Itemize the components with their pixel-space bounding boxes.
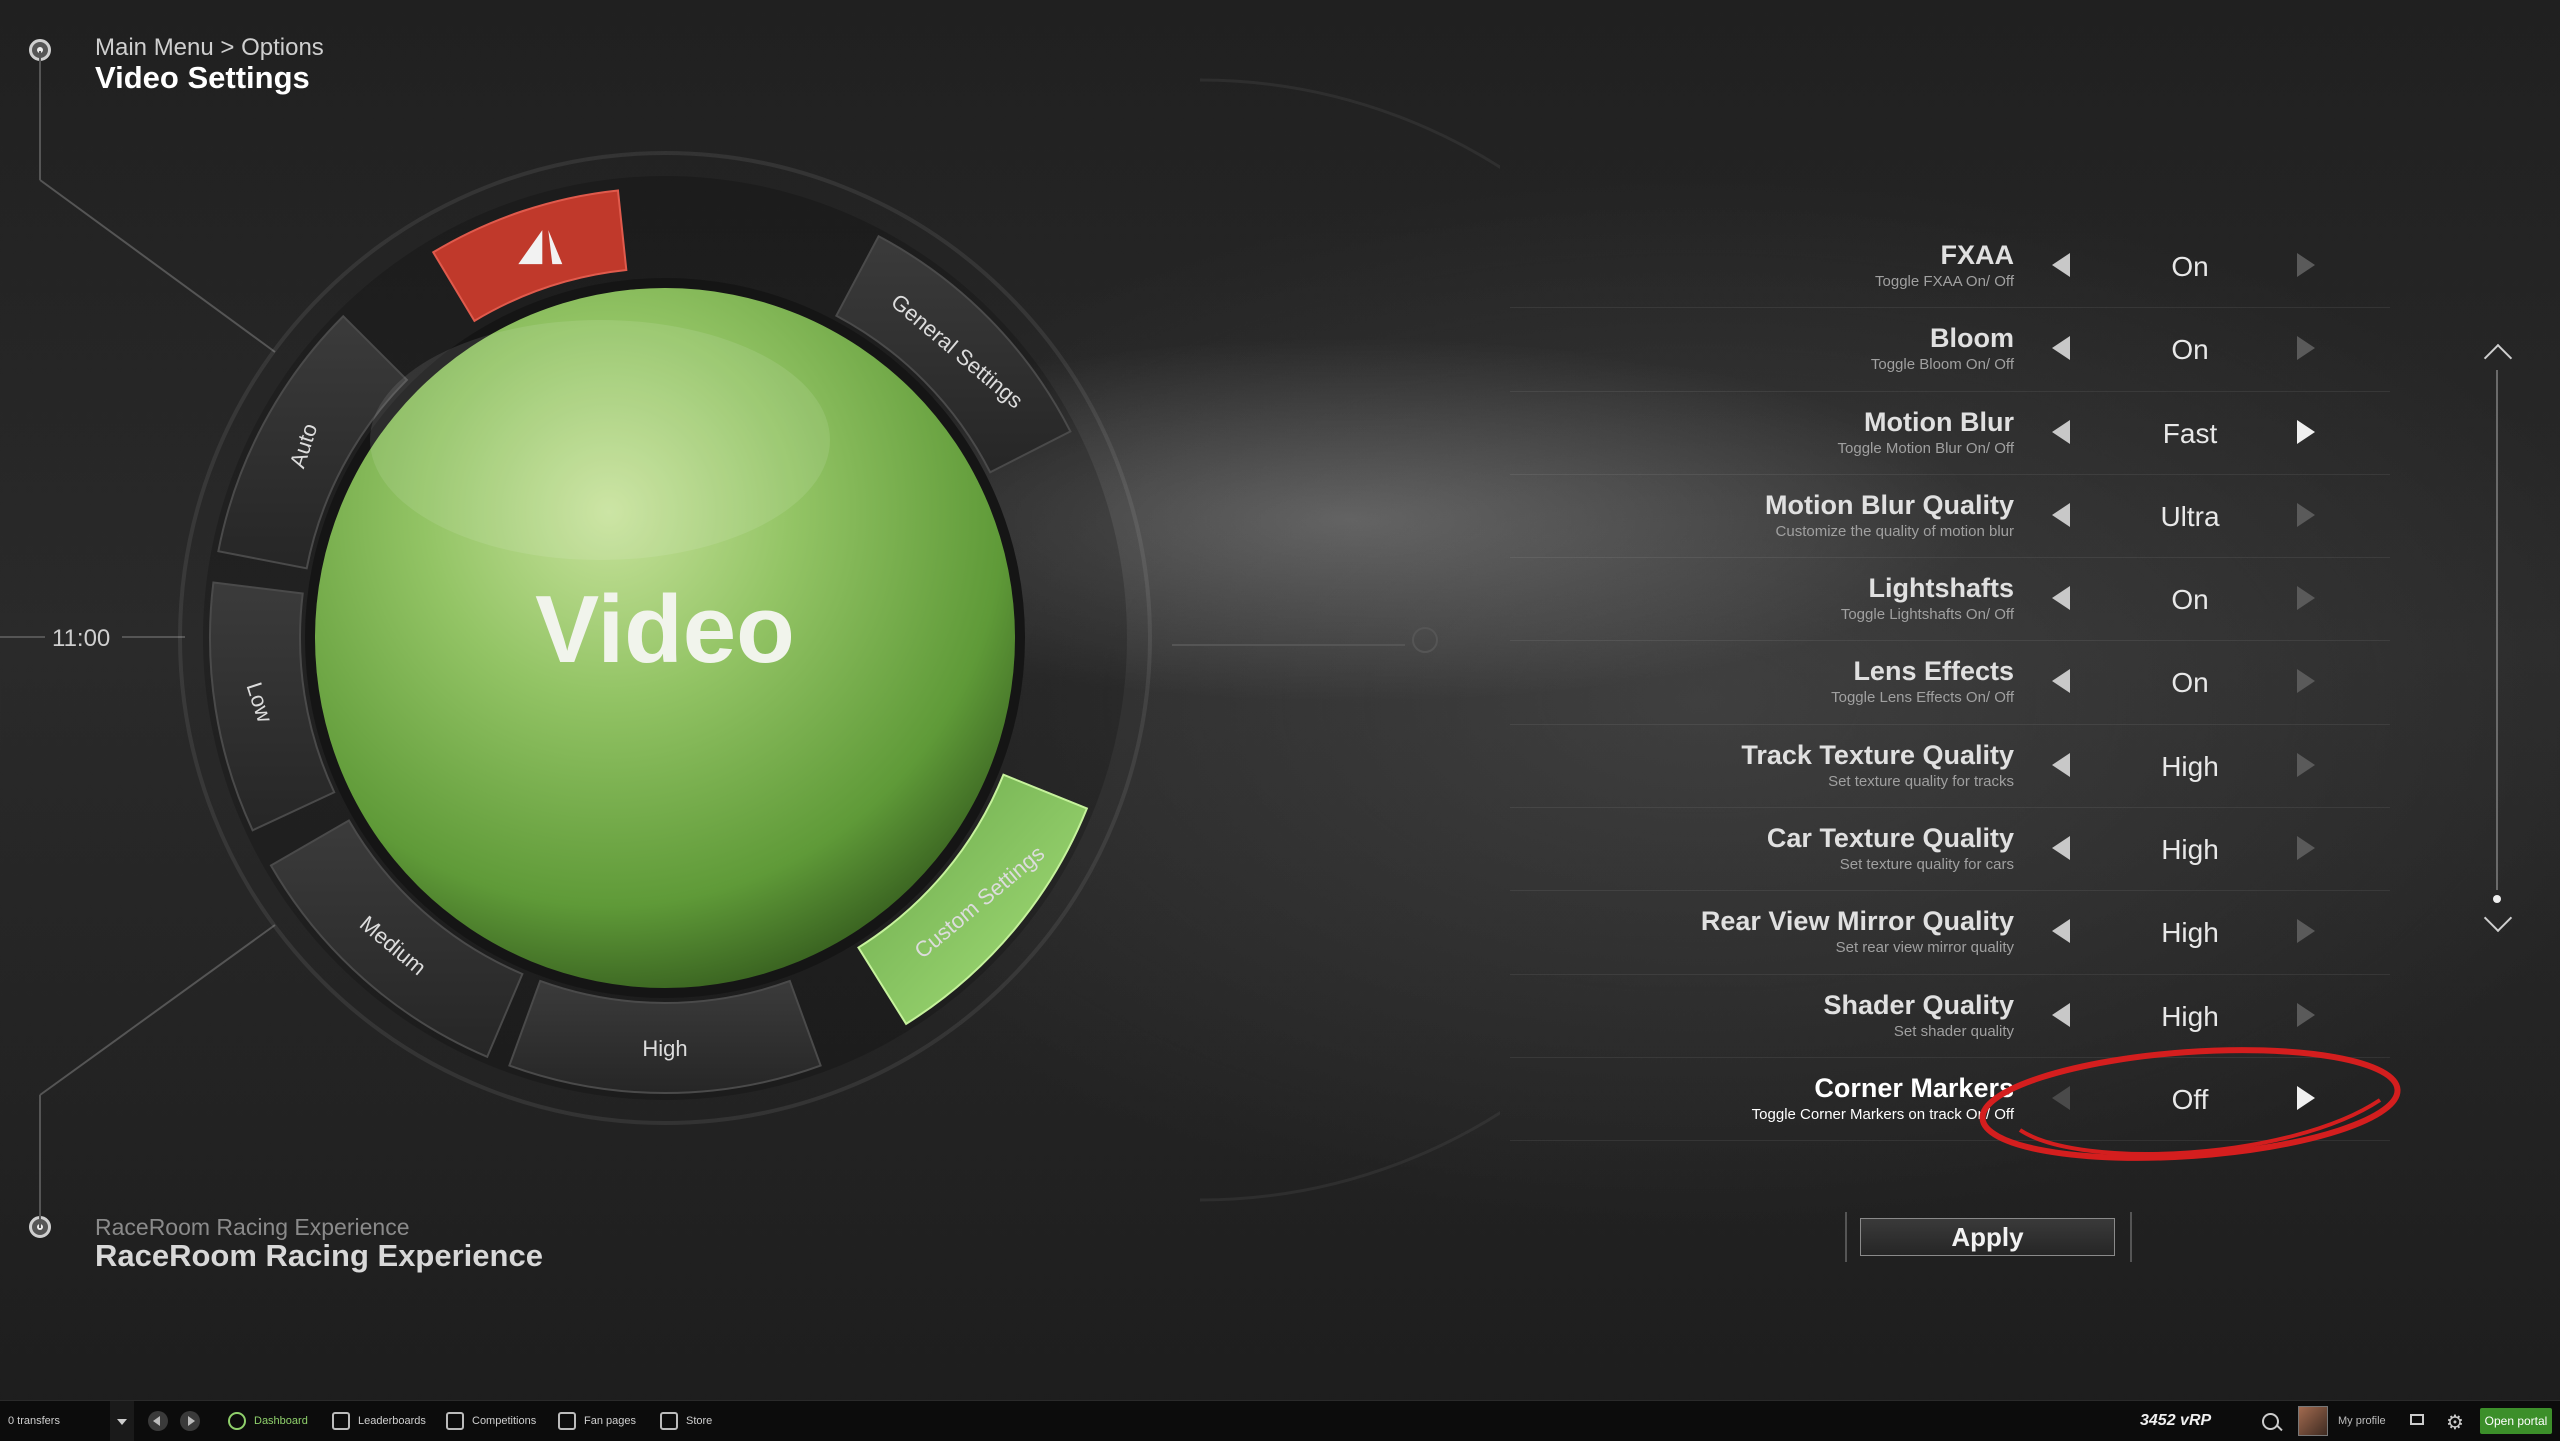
setting-value: High [2161,1000,2219,1032]
avatar[interactable] [2298,1406,2328,1436]
setting-row[interactable]: Rear View Mirror Quality Set rear view mi… [1510,891,2390,975]
forward-button[interactable] [180,1411,200,1431]
setting-value: High [2161,750,2219,782]
setting-row[interactable]: Track Texture Quality Set texture quality… [1510,725,2390,809]
my-profile-link[interactable]: My profile [2338,1401,2386,1441]
apply-divider [2130,1212,2132,1262]
setting-description: Customize the quality of motion blur [1775,522,2014,540]
apply-divider [1845,1212,1847,1262]
tab-leaderboards[interactable]: Leaderboards [332,1401,426,1441]
decrease-arrow-icon[interactable] [2052,919,2070,944]
increase-arrow-icon[interactable] [2297,752,2315,777]
tab-store[interactable]: Store [660,1401,712,1441]
trophy-icon [446,1412,464,1430]
decrease-arrow-icon[interactable] [2052,336,2070,361]
list-icon [332,1412,350,1430]
setting-description: Toggle Lightshafts On/ Off [1840,606,2014,624]
annotation-circle [1979,1047,2401,1161]
increase-arrow-icon[interactable] [2297,919,2315,944]
setting-row[interactable]: Motion Blur Quality Customize the quality… [1510,475,2390,559]
transfers-dropdown-icon[interactable] [110,1401,134,1441]
segment-high-label: High [642,1036,687,1061]
setting-name: Shader Quality [1823,989,2014,1020]
setting-name: FXAA [1940,240,2015,270]
setting-name: Motion Blur [1864,406,2014,437]
settings-list: FXAA Toggle FXAA On/ Off On Bloom Toggle Blo… [1510,225,2390,1142]
setting-description: Toggle Lens Effects On/ Off [1831,689,2014,707]
gear-icon[interactable]: ⚙ [2446,1410,2464,1435]
setting-value: High [2161,834,2219,866]
setting-value: High [2161,917,2219,949]
decrease-arrow-icon[interactable] [2052,253,2070,277]
setting-value: Fast [2162,417,2218,449]
tab-competitions-label: Competitions [472,1415,537,1427]
vrp-balance[interactable]: 3452 vRP [2140,1401,2211,1441]
increase-arrow-icon[interactable] [2297,836,2315,861]
star-icon [558,1412,576,1430]
setting-name: Motion Blur Quality [1765,489,2014,520]
setting-row[interactable]: Motion Blur Toggle Motion Blur On/ Off Fas… [1510,392,2390,475]
setting-description: Toggle Motion Blur On/ Off [1837,439,2014,457]
setting-name: Rear View Mirror Quality [1700,906,2014,937]
tab-dashboard[interactable]: Dashboard [228,1401,308,1441]
back-button[interactable] [148,1411,168,1431]
increase-arrow-icon[interactable] [2297,1002,2315,1027]
transfers-status[interactable]: 0 transfers [8,1401,108,1441]
setting-row[interactable]: Lens Effects Toggle Lens Effects On/ Off O… [1510,641,2390,725]
decrease-arrow-icon[interactable] [2052,752,2070,777]
increase-arrow-icon[interactable] [2297,669,2315,694]
setting-value: Ultra [2160,500,2220,532]
scroll-up-icon[interactable] [2483,343,2513,373]
cart-icon [660,1412,678,1430]
setting-row[interactable]: FXAA Toggle FXAA On/ Off On [1510,225,2390,309]
decrease-arrow-icon[interactable] [2052,502,2070,527]
decrease-arrow-icon[interactable] [2052,669,2070,694]
scrollbar-thumb[interactable] [2493,895,2501,903]
setting-value: On [2171,667,2209,699]
monitor-icon[interactable] [2410,1414,2424,1425]
setting-row[interactable]: Lightshafts Toggle Lightshafts On/ Off On [1510,558,2390,642]
setting-description: Toggle Bloom On/ Off [1870,356,2014,374]
apply-button[interactable]: Apply [1860,1218,2115,1256]
video-dial: General SettingsCustom SettingsHighMediu… [178,151,1152,1125]
setting-value: On [2171,251,2209,282]
increase-arrow-icon[interactable] [2297,253,2315,277]
tab-leaderboards-label: Leaderboards [358,1415,426,1427]
increase-arrow-icon[interactable] [2297,502,2315,527]
increase-arrow-icon[interactable] [2297,336,2315,361]
decrease-arrow-icon[interactable] [2052,1002,2070,1027]
tab-competitions[interactable]: Competitions [446,1401,536,1441]
setting-value: On [2171,334,2209,366]
setting-name: Car Texture Quality [1766,823,2014,854]
setting-name: Track Texture Quality [1741,739,2014,770]
setting-description: Toggle FXAA On/ Off [1875,273,2014,290]
decrease-arrow-icon[interactable] [2052,419,2070,444]
scroll-down-icon[interactable] [2483,903,2513,933]
tab-fan-pages[interactable]: Fan pages [558,1401,636,1441]
setting-name: Lens Effects [1853,656,2014,687]
setting-value: On [2171,584,2209,616]
setting-name: Lightshafts [1868,573,2015,604]
setting-row[interactable]: Bloom Toggle Bloom On/ Off On [1510,308,2390,392]
increase-arrow-icon[interactable] [2297,419,2315,444]
open-portal-button[interactable]: Open portal [2480,1408,2552,1434]
search-icon[interactable] [2262,1413,2279,1430]
tab-dashboard-label: Dashboard [254,1415,308,1427]
tab-store-label: Store [686,1415,713,1427]
setting-description: Set rear view mirror quality [1835,939,2014,957]
scrollbar-track[interactable] [2496,370,2498,890]
setting-description: Set texture quality for tracks [1828,772,2014,790]
taskbar: 0 transfers Dashboard Leaderboards Compe… [0,1400,2560,1441]
dial-center-label: Video [535,576,795,683]
setting-description: Set texture quality for cars [1839,856,2014,874]
increase-arrow-icon[interactable] [2297,586,2315,611]
decrease-arrow-icon[interactable] [2052,586,2070,611]
setting-row[interactable]: Car Texture Quality Set texture quality f… [1510,808,2390,892]
decrease-arrow-icon[interactable] [2052,836,2070,861]
setting-name: Bloom [1930,323,2014,354]
dashboard-icon [228,1412,246,1430]
tab-fan-pages-label: Fan pages [584,1415,636,1427]
